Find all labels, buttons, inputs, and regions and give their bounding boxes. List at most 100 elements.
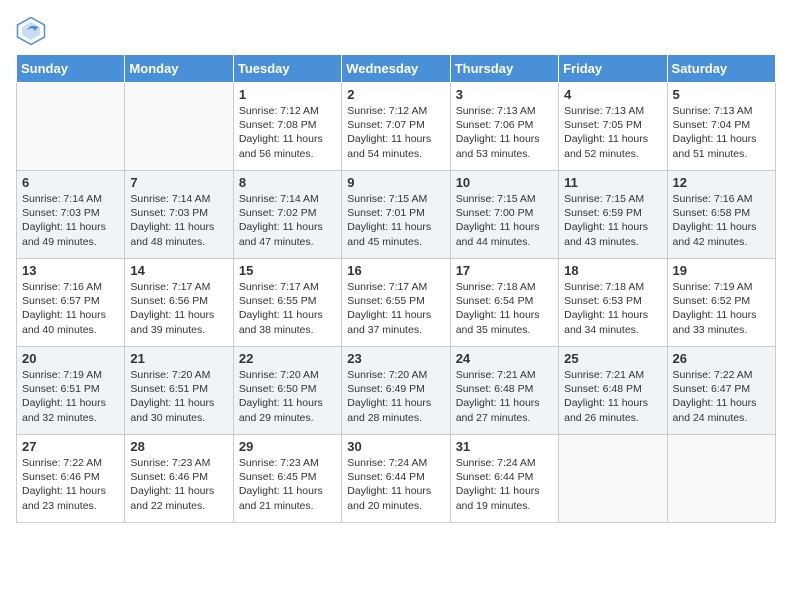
calendar-week-2: 6Sunrise: 7:14 AM Sunset: 7:03 PM Daylig…: [17, 171, 776, 259]
calendar-cell: 14Sunrise: 7:17 AM Sunset: 6:56 PM Dayli…: [125, 259, 233, 347]
calendar-cell: 9Sunrise: 7:15 AM Sunset: 7:01 PM Daylig…: [342, 171, 450, 259]
day-info: Sunrise: 7:14 AM Sunset: 7:02 PM Dayligh…: [239, 192, 336, 249]
calendar-cell: 22 Sunrise: 7:20 AM Sunset: 6:50 PM Dayli…: [233, 347, 341, 435]
weekday-header-friday: Friday: [559, 55, 667, 83]
calendar-cell: 6Sunrise: 7:14 AM Sunset: 7:03 PM Daylig…: [17, 171, 125, 259]
weekday-header-thursday: Thursday: [450, 55, 558, 83]
calendar-week-3: 13 Sunrise: 7:16 AM Sunset: 6:57 PM Dayli…: [17, 259, 776, 347]
calendar-cell: 24 Sunrise: 7:21 AM Sunset: 6:48 PM Dayli…: [450, 347, 558, 435]
day-number: 23: [347, 351, 444, 366]
weekday-header-wednesday: Wednesday: [342, 55, 450, 83]
day-info: Sunrise: 7:20 AM Sunset: 6:50 PM Dayligh…: [239, 368, 336, 425]
calendar-cell: [667, 435, 775, 523]
calendar-cell: 28 Sunrise: 7:23 AM Sunset: 6:46 PM Dayli…: [125, 435, 233, 523]
calendar-cell: 26 Sunrise: 7:22 AM Sunset: 6:47 PM Dayli…: [667, 347, 775, 435]
day-info: Sunrise: 7:21 AM Sunset: 6:48 PM Dayligh…: [564, 368, 661, 425]
day-number: 11: [564, 175, 661, 190]
day-number: 20: [22, 351, 119, 366]
day-info: Sunrise: 7:22 AM Sunset: 6:46 PM Dayligh…: [22, 456, 119, 513]
calendar-cell: [559, 435, 667, 523]
calendar-cell: 16Sunrise: 7:17 AM Sunset: 6:55 PM Dayli…: [342, 259, 450, 347]
calendar-cell: 31 Sunrise: 7:24 AM Sunset: 6:44 PM Dayli…: [450, 435, 558, 523]
calendar-cell: 10Sunrise: 7:15 AM Sunset: 7:00 PM Dayli…: [450, 171, 558, 259]
day-number: 24: [456, 351, 553, 366]
calendar-cell: 30 Sunrise: 7:24 AM Sunset: 6:44 PM Dayli…: [342, 435, 450, 523]
day-info: Sunrise: 7:19 AM Sunset: 6:51 PM Dayligh…: [22, 368, 119, 425]
calendar-cell: 17Sunrise: 7:18 AM Sunset: 6:54 PM Dayli…: [450, 259, 558, 347]
day-number: 14: [130, 263, 227, 278]
day-number: 1: [239, 87, 336, 102]
day-number: 26: [673, 351, 770, 366]
weekday-header-sunday: Sunday: [17, 55, 125, 83]
calendar-cell: 15 Sunrise: 7:17 AM Sunset: 6:55 PM Dayli…: [233, 259, 341, 347]
day-number: 9: [347, 175, 444, 190]
calendar-table: SundayMondayTuesdayWednesdayThursdayFrid…: [16, 54, 776, 523]
day-number: 25: [564, 351, 661, 366]
calendar-cell: 29Sunrise: 7:23 AM Sunset: 6:45 PM Dayli…: [233, 435, 341, 523]
day-info: Sunrise: 7:23 AM Sunset: 6:46 PM Dayligh…: [130, 456, 227, 513]
day-info: Sunrise: 7:20 AM Sunset: 6:51 PM Dayligh…: [130, 368, 227, 425]
day-number: 13: [22, 263, 119, 278]
logo-icon: [16, 16, 46, 46]
calendar-cell: 3 Sunrise: 7:13 AM Sunset: 7:06 PM Daylig…: [450, 83, 558, 171]
weekday-header-monday: Monday: [125, 55, 233, 83]
calendar-cell: 1 Sunrise: 7:12 AM Sunset: 7:08 PM Daylig…: [233, 83, 341, 171]
day-number: 22: [239, 351, 336, 366]
day-number: 3: [456, 87, 553, 102]
day-number: 15: [239, 263, 336, 278]
day-number: 7: [130, 175, 227, 190]
day-info: Sunrise: 7:15 AM Sunset: 6:59 PM Dayligh…: [564, 192, 661, 249]
day-number: 2: [347, 87, 444, 102]
calendar-cell: 20 Sunrise: 7:19 AM Sunset: 6:51 PM Dayli…: [17, 347, 125, 435]
day-info: Sunrise: 7:13 AM Sunset: 7:05 PM Dayligh…: [564, 104, 661, 161]
day-number: 8: [239, 175, 336, 190]
day-info: Sunrise: 7:12 AM Sunset: 7:08 PM Dayligh…: [239, 104, 336, 161]
page-header: [16, 16, 776, 46]
day-info: Sunrise: 7:24 AM Sunset: 6:44 PM Dayligh…: [347, 456, 444, 513]
day-info: Sunrise: 7:16 AM Sunset: 6:57 PM Dayligh…: [22, 280, 119, 337]
day-info: Sunrise: 7:17 AM Sunset: 6:55 PM Dayligh…: [239, 280, 336, 337]
calendar-cell: 18 Sunrise: 7:18 AM Sunset: 6:53 PM Dayli…: [559, 259, 667, 347]
calendar-cell: 2 Sunrise: 7:12 AM Sunset: 7:07 PM Daylig…: [342, 83, 450, 171]
calendar-cell: 7 Sunrise: 7:14 AM Sunset: 7:03 PM Daylig…: [125, 171, 233, 259]
day-number: 18: [564, 263, 661, 278]
calendar-cell: 4Sunrise: 7:13 AM Sunset: 7:05 PM Daylig…: [559, 83, 667, 171]
weekday-header-tuesday: Tuesday: [233, 55, 341, 83]
day-number: 30: [347, 439, 444, 454]
calendar-week-4: 20 Sunrise: 7:19 AM Sunset: 6:51 PM Dayli…: [17, 347, 776, 435]
calendar-cell: 5 Sunrise: 7:13 AM Sunset: 7:04 PM Daylig…: [667, 83, 775, 171]
calendar-week-1: 1 Sunrise: 7:12 AM Sunset: 7:08 PM Daylig…: [17, 83, 776, 171]
weekday-header-saturday: Saturday: [667, 55, 775, 83]
day-info: Sunrise: 7:24 AM Sunset: 6:44 PM Dayligh…: [456, 456, 553, 513]
day-number: 31: [456, 439, 553, 454]
day-number: 21: [130, 351, 227, 366]
day-number: 5: [673, 87, 770, 102]
day-info: Sunrise: 7:13 AM Sunset: 7:06 PM Dayligh…: [456, 104, 553, 161]
calendar-cell: 11 Sunrise: 7:15 AM Sunset: 6:59 PM Dayli…: [559, 171, 667, 259]
day-number: 17: [456, 263, 553, 278]
day-number: 27: [22, 439, 119, 454]
calendar-cell: 25 Sunrise: 7:21 AM Sunset: 6:48 PM Dayli…: [559, 347, 667, 435]
calendar-cell: 19 Sunrise: 7:19 AM Sunset: 6:52 PM Dayli…: [667, 259, 775, 347]
day-info: Sunrise: 7:12 AM Sunset: 7:07 PM Dayligh…: [347, 104, 444, 161]
calendar-cell: 13 Sunrise: 7:16 AM Sunset: 6:57 PM Dayli…: [17, 259, 125, 347]
day-info: Sunrise: 7:14 AM Sunset: 7:03 PM Dayligh…: [130, 192, 227, 249]
day-info: Sunrise: 7:16 AM Sunset: 6:58 PM Dayligh…: [673, 192, 770, 249]
calendar-cell: [125, 83, 233, 171]
day-info: Sunrise: 7:13 AM Sunset: 7:04 PM Dayligh…: [673, 104, 770, 161]
day-info: Sunrise: 7:20 AM Sunset: 6:49 PM Dayligh…: [347, 368, 444, 425]
day-info: Sunrise: 7:18 AM Sunset: 6:53 PM Dayligh…: [564, 280, 661, 337]
calendar-cell: 12Sunrise: 7:16 AM Sunset: 6:58 PM Dayli…: [667, 171, 775, 259]
day-info: Sunrise: 7:22 AM Sunset: 6:47 PM Dayligh…: [673, 368, 770, 425]
calendar-week-5: 27 Sunrise: 7:22 AM Sunset: 6:46 PM Dayli…: [17, 435, 776, 523]
calendar-cell: 27 Sunrise: 7:22 AM Sunset: 6:46 PM Dayli…: [17, 435, 125, 523]
logo: [16, 16, 52, 46]
day-number: 29: [239, 439, 336, 454]
day-number: 10: [456, 175, 553, 190]
day-number: 19: [673, 263, 770, 278]
calendar-cell: 21 Sunrise: 7:20 AM Sunset: 6:51 PM Dayli…: [125, 347, 233, 435]
day-info: Sunrise: 7:19 AM Sunset: 6:52 PM Dayligh…: [673, 280, 770, 337]
day-number: 28: [130, 439, 227, 454]
day-info: Sunrise: 7:21 AM Sunset: 6:48 PM Dayligh…: [456, 368, 553, 425]
calendar-cell: [17, 83, 125, 171]
